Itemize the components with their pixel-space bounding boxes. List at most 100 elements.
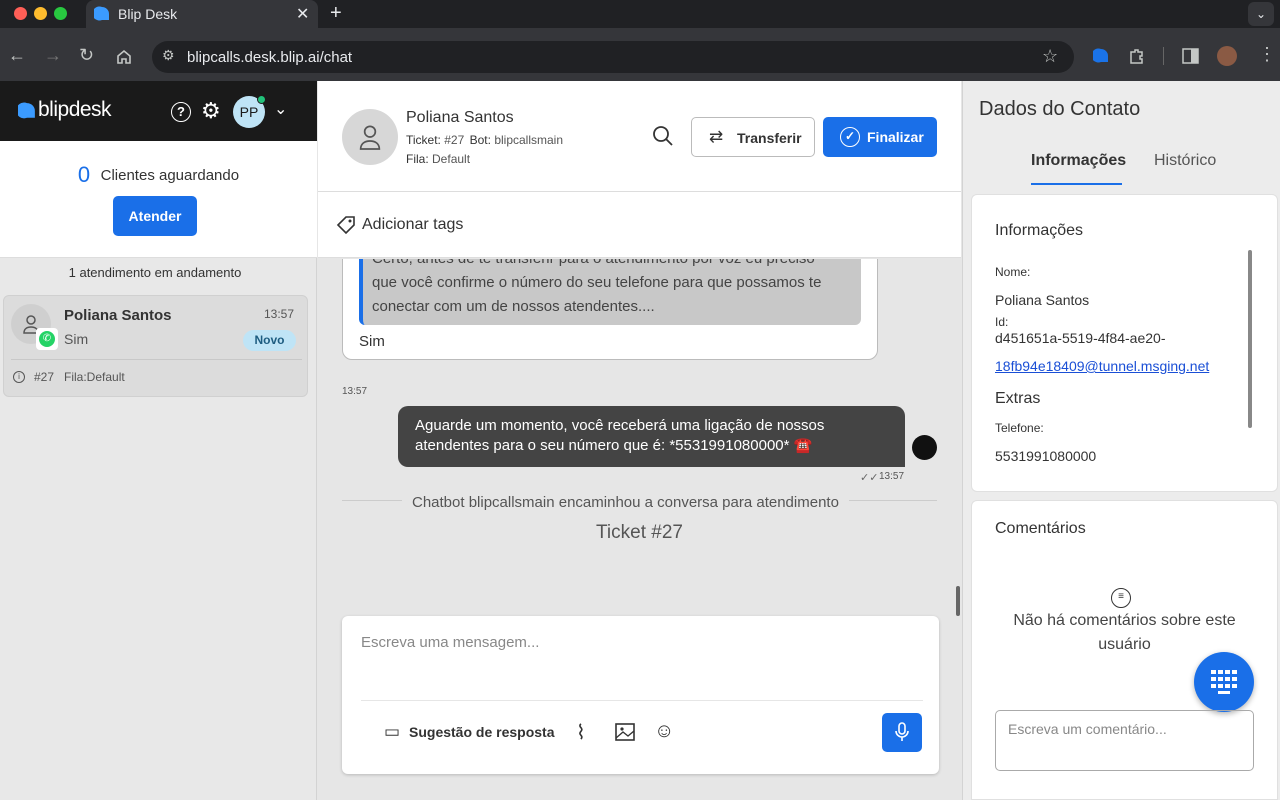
tab-historico[interactable]: Histórico: [1154, 152, 1216, 170]
attachment-paperclip-icon[interactable]: ⌇: [576, 720, 586, 745]
extensions-puzzle-icon[interactable]: [1128, 47, 1146, 65]
search-icon[interactable]: [652, 125, 674, 147]
close-tab-icon[interactable]: ✕: [296, 4, 309, 24]
user-menu-chevron-icon[interactable]: ⌄: [274, 99, 287, 119]
browser-tab[interactable]: Blip Desk ✕: [86, 0, 318, 28]
image-icon[interactable]: [615, 723, 635, 741]
no-comments-line-1: Não há comentários sobre este: [1013, 612, 1236, 629]
tab-title: Blip Desk: [118, 6, 178, 22]
finish-button[interactable]: ✓ Finalizar: [823, 117, 937, 157]
waiting-count: 0: [77, 162, 91, 187]
info-scrollbar[interactable]: [1248, 250, 1252, 428]
message-input[interactable]: Escreva uma mensagem...: [361, 634, 921, 651]
contact-details-panel: Dados do Contato Informações Histórico I…: [962, 81, 1280, 800]
phone-label: Telefone:: [995, 421, 1044, 435]
active-tab-underline: [1031, 183, 1122, 185]
new-tab-icon[interactable]: +: [330, 2, 342, 25]
profile-avatar[interactable]: [1217, 46, 1237, 66]
brand-logo-text: blipdesk: [38, 98, 112, 121]
chat-contact-name: Poliana Santos: [406, 109, 514, 126]
id-value-line-1: d451651a-5519-4f84-ae20-: [995, 330, 1166, 346]
chat-scrollbar[interactable]: [956, 586, 960, 616]
quoted-line-1: Certo, antes de te transferir para o ate…: [372, 259, 815, 267]
composer-divider: [361, 700, 923, 701]
user-silhouette-icon: [359, 125, 381, 150]
chat-contact-avatar: [342, 109, 398, 165]
messages-area: Certo, antes de te transferir para o ate…: [318, 259, 961, 599]
chat-meta-line: Ticket: #27 Bot: blipcallsmain: [406, 133, 563, 147]
blip-favicon-icon: [94, 6, 109, 21]
address-bar[interactable]: ⚙ blipcalls.desk.blip.ai/chat ☆: [152, 41, 1074, 73]
transfer-button[interactable]: ⇄ Transferir: [691, 117, 815, 157]
reload-icon[interactable]: ↻: [79, 46, 94, 64]
microphone-icon: [895, 722, 909, 741]
comments-card: Comentários ≡ Não há comentários sobre e…: [971, 500, 1278, 800]
chat-area: Poliana Santos Ticket: #27 Bot: blipcall…: [318, 81, 961, 800]
blip-extension-icon[interactable]: [1093, 48, 1109, 64]
id-label: Id:: [995, 315, 1009, 329]
extras-heading: Extras: [995, 390, 1041, 407]
chat-queue-line: Fila: Default: [406, 152, 470, 166]
bookmark-star-icon[interactable]: ☆: [1042, 46, 1058, 67]
ticket-label: Ticket:: [406, 133, 441, 147]
forward-icon[interactable]: →: [44, 46, 62, 64]
home-icon[interactable]: [115, 48, 133, 66]
system-message: Chatbot blipcallsmain encaminhou a conve…: [402, 494, 849, 511]
info-card: Informações Nome: Poliana Santos Id: d45…: [971, 194, 1278, 492]
emoji-icon[interactable]: ☺: [654, 720, 674, 743]
id-value-link[interactable]: 18fb94e18409@tunnel.msging.net: [995, 358, 1209, 374]
bot-message-line-1: Aguarde um momento, você receberá uma li…: [415, 417, 825, 434]
settings-gear-icon[interactable]: ⚙: [201, 98, 221, 124]
quoted-line-3: conectar com um de nossos atendentes....: [372, 298, 655, 315]
back-icon[interactable]: ←: [8, 46, 26, 64]
minimize-window-button[interactable]: [34, 7, 47, 20]
close-window-button[interactable]: [14, 7, 27, 20]
info-heading: Informações: [995, 222, 1084, 239]
chat-bubble-icon: ▭: [384, 722, 401, 741]
dialpad-grid-icon: [1211, 670, 1237, 694]
sidebar-header: blipdesk ? ⚙ PP ⌄: [0, 81, 317, 141]
blip-logo-icon: [18, 102, 35, 119]
quoted-message: Certo, antes de te transferir para o ate…: [359, 259, 861, 325]
user-message-bubble: Certo, antes de te transferir para o ate…: [342, 259, 878, 360]
finish-label: Finalizar: [867, 129, 924, 145]
quoted-line-2: que você confirme o número do seu telefo…: [372, 274, 822, 291]
site-info-icon[interactable]: ⚙: [162, 47, 175, 64]
bot-message-time: 13:57: [879, 471, 905, 482]
browser-menu-icon[interactable]: ⋮: [1258, 44, 1276, 65]
tab-search-icon[interactable]: ⌄: [1248, 2, 1274, 26]
ticket-divider: Ticket #27: [596, 522, 683, 543]
waiting-label: Clientes aguardando: [100, 166, 240, 184]
toolbar-divider: [1163, 47, 1164, 65]
online-status-dot: [257, 95, 266, 104]
tag-icon[interactable]: [336, 215, 356, 235]
bot-value: blipcallsmain: [494, 133, 564, 147]
voice-record-button[interactable]: [882, 713, 922, 752]
queue-label: Fila:: [406, 152, 429, 166]
reply-suggestion-label: Sugestão de resposta: [409, 724, 555, 740]
tab-informacoes[interactable]: Informações: [1031, 152, 1126, 170]
maximize-window-button[interactable]: [54, 7, 67, 20]
conversation-card[interactable]: ✆ Poliana Santos 13:57 Sim Novo i #27 Fi…: [3, 295, 308, 397]
comments-heading: Comentários: [995, 520, 1086, 537]
comment-input[interactable]: Escreva um comentário...: [995, 710, 1254, 771]
side-panel-icon[interactable]: [1182, 48, 1199, 64]
name-value: Poliana Santos: [995, 292, 1090, 308]
contact-panel-title: Dados do Contato: [979, 98, 1141, 120]
transfer-arrows-icon: ⇄: [709, 127, 724, 146]
browser-tabstrip: Blip Desk ✕ + ⌄: [0, 0, 1280, 28]
bot-message-bubble: Aguarde um momento, você receberá uma li…: [398, 406, 905, 467]
message-composer: Escreva uma mensagem... ▭ Sugestão de re…: [342, 616, 939, 774]
help-icon[interactable]: ?: [171, 102, 191, 122]
no-comments-line-2: usuário: [1098, 636, 1151, 653]
chat-header: Poliana Santos Ticket: #27 Bot: blipcall…: [318, 81, 961, 192]
conversation-ticket: #27: [34, 370, 55, 384]
dialpad-fab-button[interactable]: [1194, 652, 1254, 712]
add-tags-button[interactable]: Adicionar tags: [362, 216, 463, 234]
bot-message-line-2: atendentes para o seu número que é: *553…: [415, 437, 813, 454]
bot-avatar: [912, 435, 937, 460]
bot-label: Bot:: [469, 133, 491, 147]
attend-button[interactable]: Atender: [113, 196, 197, 236]
browser-toolbar: ← → ↻ ⚙ blipcalls.desk.blip.ai/chat ☆ ⋮: [0, 28, 1280, 81]
waiting-queue: 0 Clientes aguardando Atender: [0, 141, 317, 258]
